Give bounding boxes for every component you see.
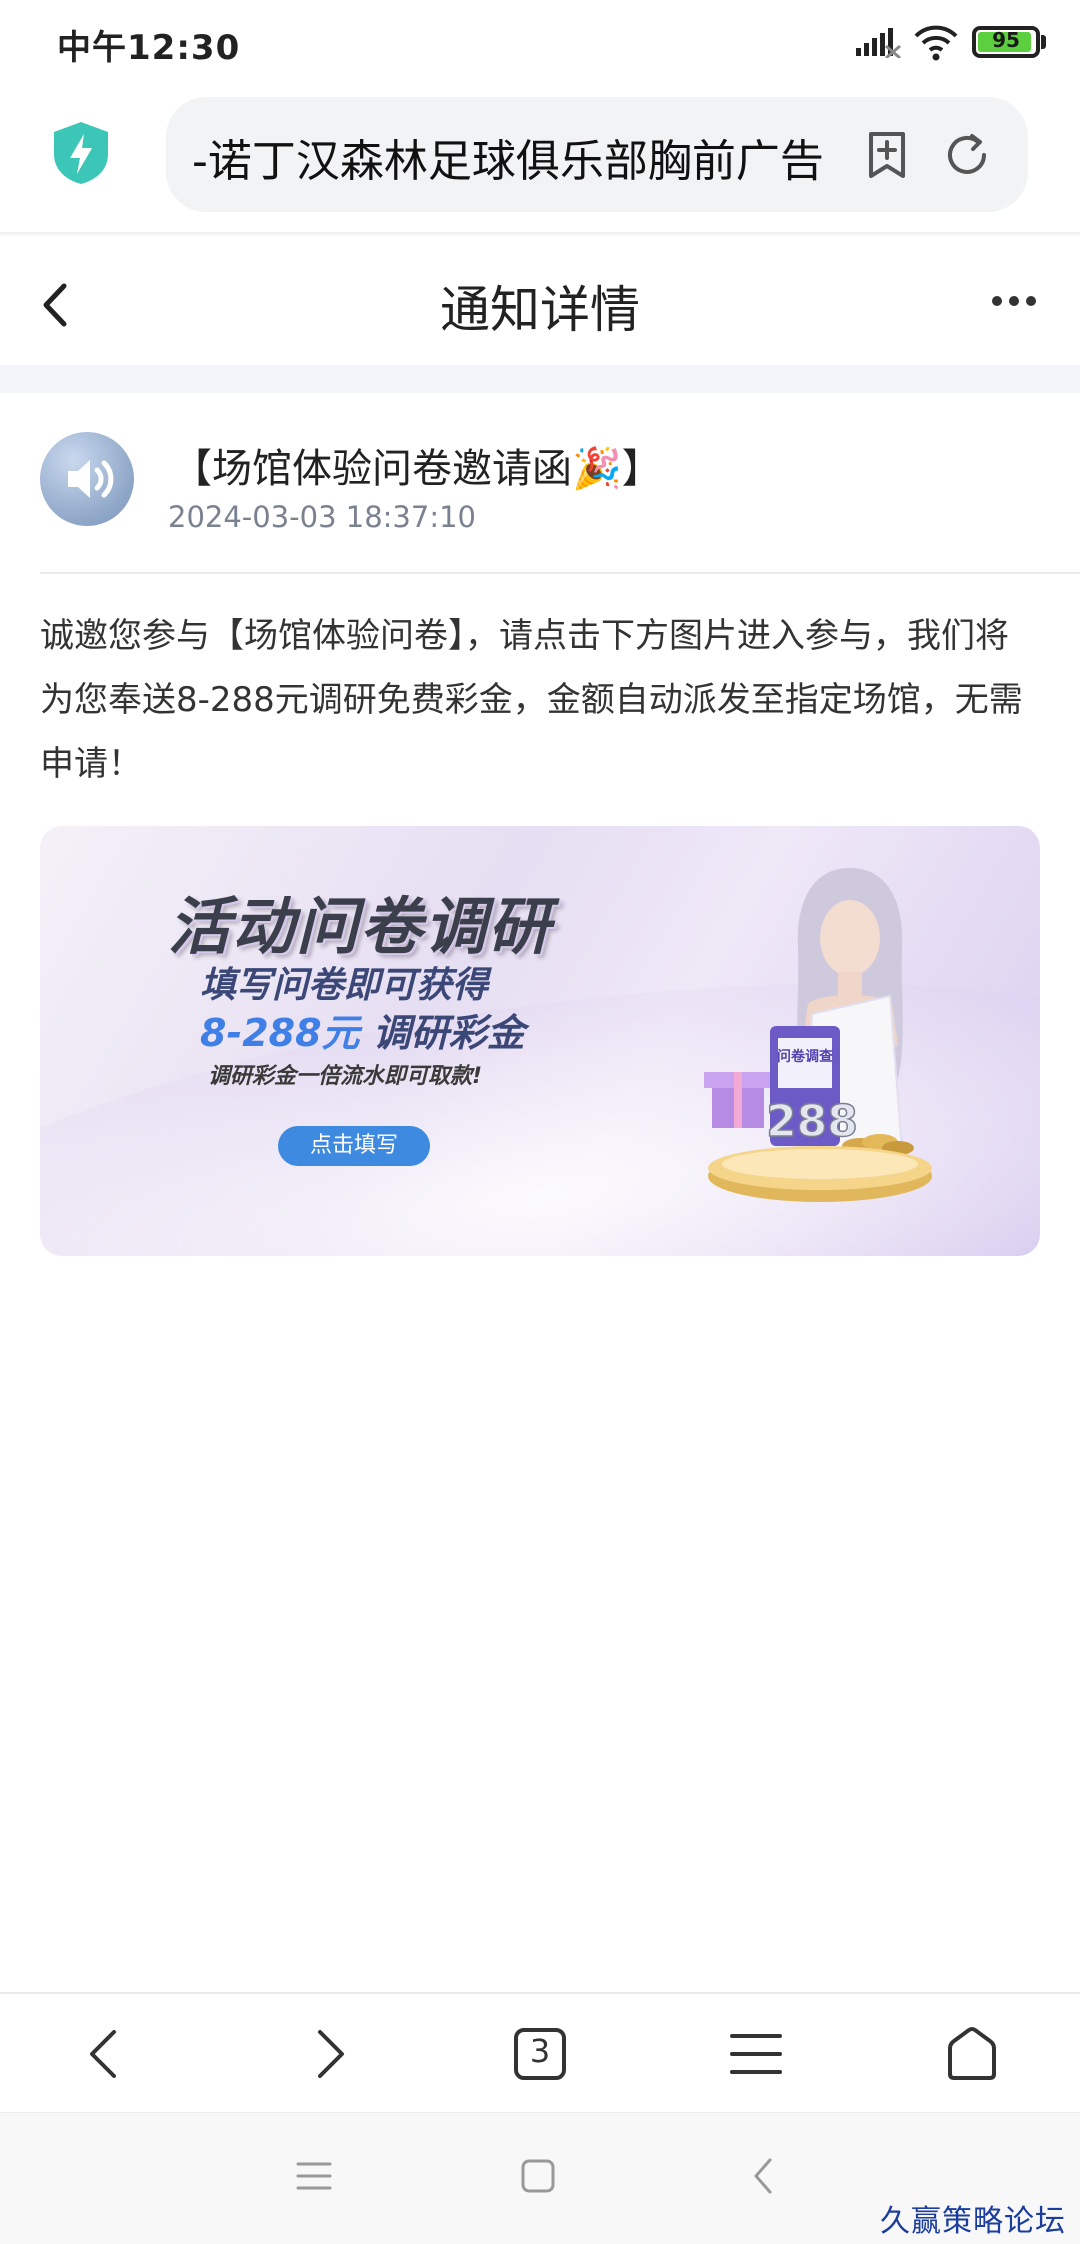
calendar-label: 问卷调查 (777, 1048, 834, 1065)
speaker-avatar (40, 432, 134, 526)
home-icon[interactable] (942, 2024, 1002, 2084)
watermark: 久赢策略论坛 (880, 2204, 1066, 2239)
battery-level: 95 (992, 28, 1020, 52)
status-time: 中午12:30 (57, 28, 241, 68)
shield-bolt-icon[interactable] (50, 120, 112, 186)
notice-divider (40, 572, 1080, 574)
banner-amount-tail: 调研彩金 (372, 1011, 525, 1055)
more-options-icon[interactable] (990, 294, 1038, 308)
header-separator (0, 365, 1080, 393)
banner-amount: 8-288元 (200, 1011, 360, 1055)
tab-count: 3 (529, 2032, 551, 2070)
menu-icon[interactable] (726, 2024, 786, 2084)
banner-illustration: 问卷调查 288 (704, 868, 932, 1202)
add-bookmark-icon[interactable] (862, 130, 912, 180)
browser-divider (0, 232, 1080, 238)
banner-title: 活动问卷调研 (168, 890, 553, 963)
battery-tip (1041, 35, 1046, 49)
notice-title: 【场馆体验问卷邀请函🎉】 (172, 446, 662, 492)
recent-apps-icon[interactable] (294, 2156, 334, 2196)
battery-icon: 95 (972, 26, 1040, 58)
banner-subtitle: 填写问卷即可获得 (200, 965, 489, 1006)
survey-banner[interactable]: 活动问卷调研 填写问卷即可获得 8-288元 调研彩金 调研彩金一倍流水即可取款… (40, 826, 1040, 1256)
browser-forward-icon[interactable] (298, 2024, 358, 2084)
fill-survey-button[interactable]: 点击填写 (278, 1126, 430, 1166)
tabs-button[interactable]: 3 (510, 2024, 570, 2084)
notice-body: 诚邀您参与【场馆体验问卷】，请点击下方图片进入参与，我们将为您奉送8-288元调… (40, 616, 1023, 784)
reload-icon[interactable] (942, 130, 992, 180)
toolbar-divider (0, 1992, 1080, 1994)
banner-note: 调研彩金一倍流水即可取款! (208, 1064, 483, 1089)
page-title: 通知详情 (440, 281, 640, 339)
back-nav-icon[interactable] (744, 2156, 784, 2196)
calendar-number: 288 (766, 1096, 858, 1147)
home-nav-icon[interactable] (518, 2156, 558, 2196)
speaker-icon (68, 460, 114, 498)
banner-amount-line: 8-288元 调研彩金 (200, 1002, 525, 1057)
signal-icon (856, 28, 901, 58)
notice-date: 2024-03-03 18:37:10 (168, 500, 476, 534)
screen: 中午12:30 95 -诺丁汉森林足球俱乐部胸前广告 通知详情 【场馆体验问卷邀… (0, 0, 1080, 2244)
wifi-icon (914, 25, 958, 61)
browser-back-icon[interactable] (76, 2024, 136, 2084)
url-text[interactable]: -诺丁汉森林足球俱乐部胸前广告 (192, 125, 832, 189)
